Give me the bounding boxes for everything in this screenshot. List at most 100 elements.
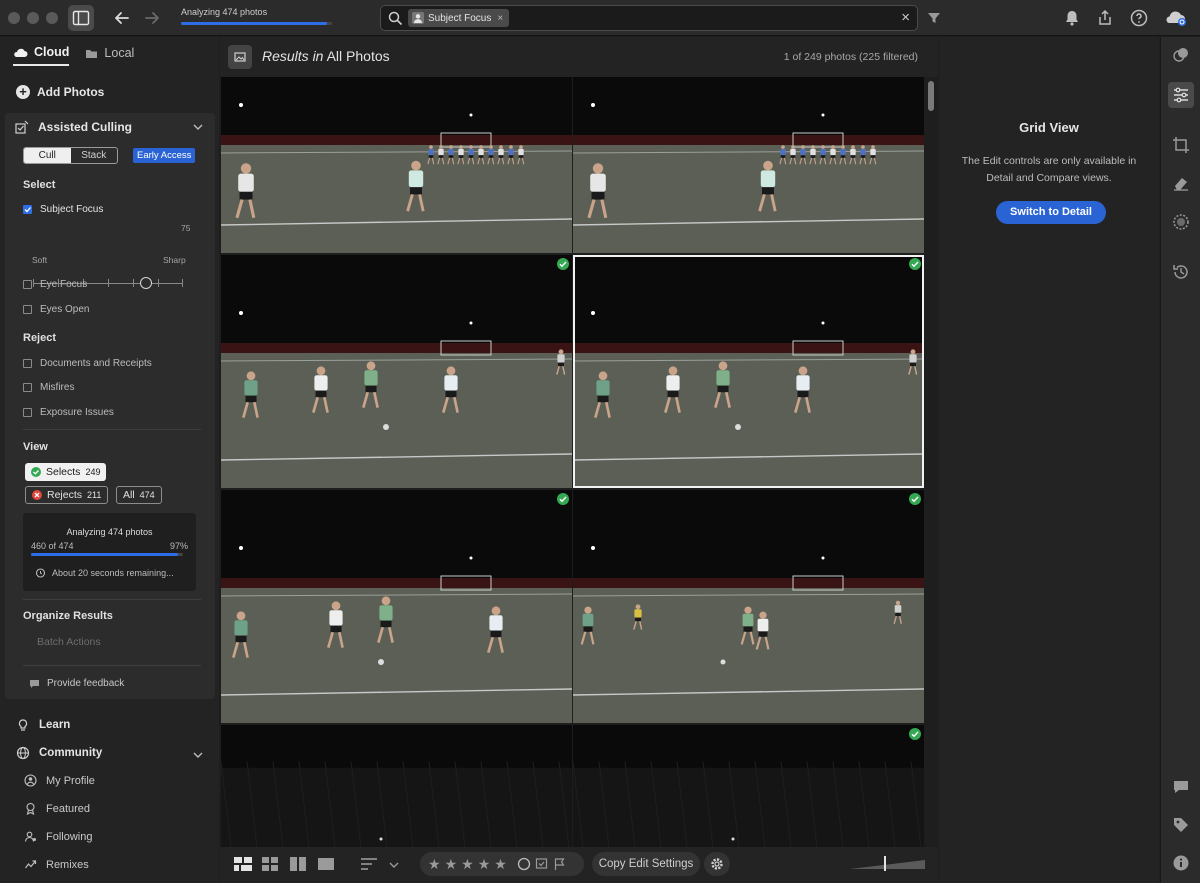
featured-item[interactable]: Featured — [24, 802, 90, 815]
bell-icon[interactable] — [1062, 8, 1082, 28]
detail-view-icon[interactable] — [318, 857, 334, 871]
batch-actions-button[interactable]: Batch Actions — [37, 636, 101, 648]
misfires-checkbox[interactable] — [23, 383, 32, 392]
cloud-sync-icon[interactable] — [1163, 8, 1189, 28]
square-grid-icon[interactable] — [262, 857, 278, 871]
star-icon[interactable]: ★ — [428, 856, 441, 873]
add-photos-button[interactable]: + Add Photos — [16, 85, 104, 99]
tag-icon[interactable] — [1171, 815, 1191, 835]
subject-focus-option[interactable]: Subject Focus — [23, 204, 103, 215]
photo-thumbnail[interactable] — [221, 725, 572, 847]
history-icon[interactable] — [1171, 262, 1191, 282]
star-icon[interactable]: ★ — [478, 856, 491, 873]
switch-to-detail-button[interactable]: Switch to Detail — [996, 201, 1106, 224]
photo-thumbnail[interactable] — [221, 490, 572, 723]
documents-label: Documents and Receipts — [40, 358, 152, 369]
remixes-item[interactable]: Remixes — [24, 858, 89, 871]
eye-focus-option[interactable]: Eye Focus — [23, 279, 87, 290]
pick-check-icon — [557, 493, 569, 505]
reject-documents-option[interactable]: Documents and Receipts — [23, 358, 152, 369]
eyes-open-option[interactable]: Eyes Open — [23, 304, 89, 315]
panel-toggle-button[interactable] — [68, 5, 94, 31]
comments-icon[interactable] — [1171, 777, 1191, 797]
reject-misfires-option[interactable]: Misfires — [23, 382, 74, 393]
exposure-checkbox[interactable] — [23, 408, 32, 417]
provide-feedback-link[interactable]: Provide feedback — [29, 678, 124, 689]
photo-thumbnail[interactable] — [573, 725, 924, 847]
sort-icon[interactable] — [361, 857, 379, 871]
chip-close-icon[interactable]: × — [497, 13, 503, 24]
window-close-button[interactable] — [8, 12, 20, 24]
slider-min-label: Soft — [32, 255, 48, 265]
results-prefix: Results in — [262, 48, 324, 64]
grid-layout-icon[interactable] — [234, 857, 252, 871]
following-item[interactable]: Following — [24, 830, 92, 843]
chevron-down-icon[interactable] — [389, 861, 399, 869]
forward-arrow-icon[interactable] — [142, 8, 162, 28]
chevron-down-icon[interactable] — [193, 123, 203, 131]
star-icon[interactable]: ★ — [445, 856, 458, 873]
masking-icon[interactable] — [1171, 212, 1191, 232]
eye-focus-checkbox[interactable] — [23, 280, 32, 289]
photo-thumbnail[interactable] — [573, 77, 924, 253]
edit-adjust-button[interactable] — [1168, 82, 1194, 108]
cull-stack-toggle[interactable]: Cull Stack — [23, 147, 118, 164]
copy-edit-settings-button[interactable]: Copy Edit Settings — [592, 852, 700, 876]
search-icon — [388, 11, 403, 26]
pick-check-icon — [909, 258, 921, 270]
reject-exposure-option[interactable]: Exposure Issues — [23, 407, 114, 418]
star-icon[interactable]: ★ — [494, 856, 507, 873]
eraser-icon[interactable] — [1171, 173, 1191, 193]
chevron-down-icon[interactable] — [193, 751, 203, 759]
remix-icon — [25, 860, 37, 869]
tab-local[interactable]: Local — [85, 45, 134, 66]
search-clear-button[interactable]: × — [901, 10, 910, 26]
documents-checkbox[interactable] — [23, 359, 32, 368]
culling-icon — [15, 120, 29, 134]
help-icon[interactable] — [1129, 8, 1149, 28]
back-arrow-icon[interactable] — [112, 8, 132, 28]
scrollbar-thumb[interactable] — [928, 81, 934, 111]
photo-thumbnail[interactable] — [221, 255, 572, 488]
search-filter-chip[interactable]: Subject Focus × — [408, 9, 510, 27]
mode-cull[interactable]: Cull — [24, 148, 71, 163]
album-thumbnail-icon[interactable] — [228, 45, 252, 69]
community-item[interactable]: Community — [16, 746, 102, 760]
mode-stack[interactable]: Stack — [71, 148, 118, 163]
view-section-title: View — [23, 441, 48, 453]
crop-icon[interactable] — [1171, 135, 1191, 155]
star-icon[interactable]: ★ — [461, 856, 474, 873]
subject-focus-label: Subject Focus — [40, 204, 104, 215]
following-icon — [24, 831, 36, 842]
window-minimize-button[interactable] — [27, 12, 39, 24]
lightbulb-icon — [18, 719, 28, 731]
view-rejects-button[interactable]: Rejects 211 — [25, 486, 109, 504]
assisted-culling-header[interactable]: Assisted Culling — [15, 120, 132, 134]
view-all-button[interactable]: All 474 — [116, 486, 162, 504]
presets-icon[interactable] — [1171, 45, 1191, 65]
eyes-open-checkbox[interactable] — [23, 305, 32, 314]
my-profile-item[interactable]: My Profile — [24, 774, 95, 787]
unflag-circle-icon[interactable] — [517, 857, 531, 871]
thumbnail-size-slider[interactable] — [850, 855, 925, 871]
grid-scrollbar[interactable] — [926, 77, 938, 847]
search-bar[interactable]: Subject Focus × × — [380, 5, 918, 31]
slider-handle[interactable] — [139, 277, 152, 289]
photo-thumbnail[interactable] — [573, 490, 924, 723]
photo-thumbnail[interactable] — [573, 255, 924, 488]
photo-thumbnail[interactable] — [221, 77, 572, 253]
share-icon[interactable] — [1095, 8, 1115, 28]
settings-button[interactable] — [704, 852, 730, 876]
compare-view-icon[interactable] — [290, 857, 306, 871]
info-icon[interactable] — [1171, 853, 1191, 873]
filter-icon[interactable] — [924, 8, 944, 28]
learn-item[interactable]: Learn — [16, 718, 70, 732]
photo-grid-area: Results in All Photos 1 of 249 photos (2… — [220, 37, 938, 883]
reject-flag-icon[interactable] — [553, 857, 567, 871]
window-zoom-button[interactable] — [46, 12, 58, 24]
subject-focus-checkbox[interactable] — [23, 205, 32, 214]
slider-value: 75 — [181, 223, 191, 233]
view-selects-button[interactable]: Selects 249 — [25, 463, 107, 481]
pick-flag-icon[interactable] — [535, 857, 549, 871]
tab-cloud[interactable]: Cloud — [13, 45, 70, 66]
